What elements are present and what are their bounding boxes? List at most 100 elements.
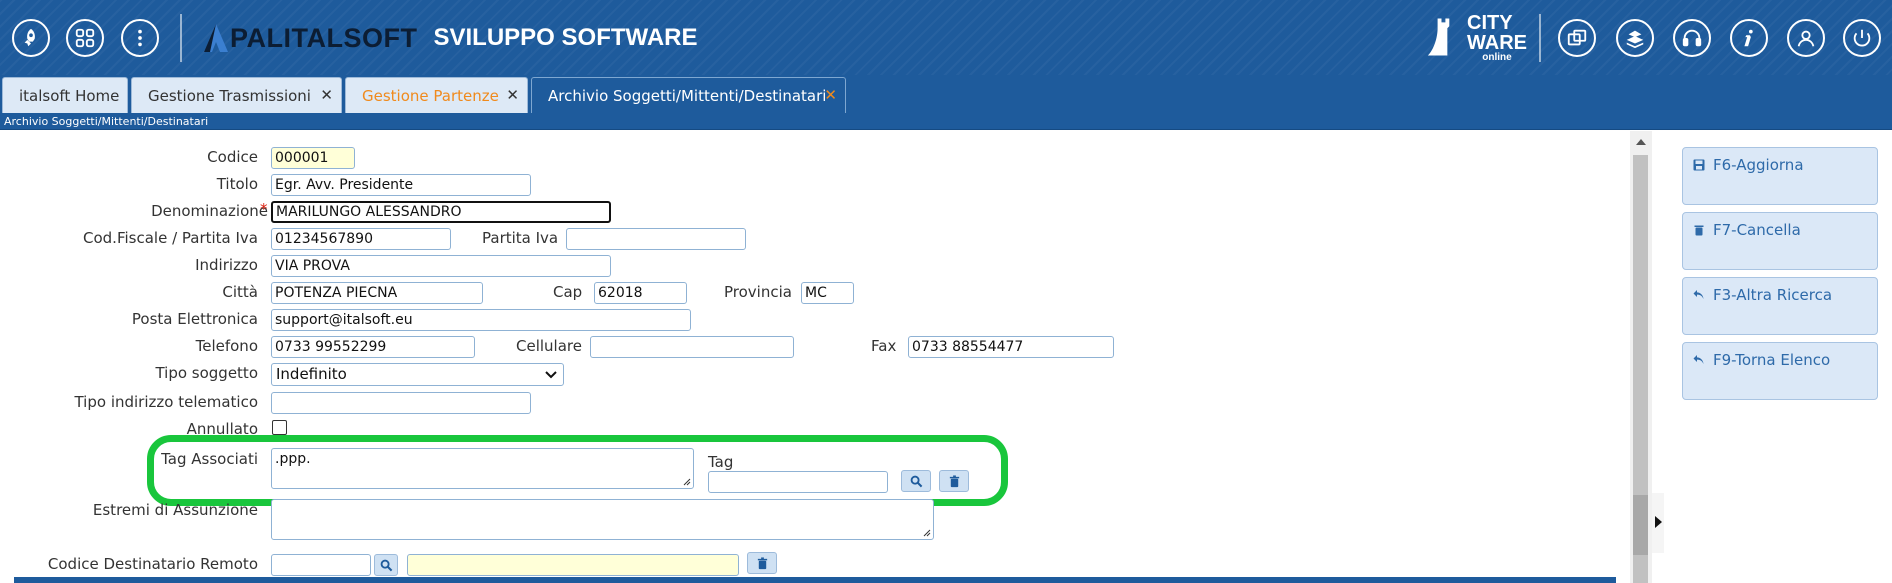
brand: PALITALSOFT SVILUPPO SOFTWARE (202, 18, 698, 58)
brand-subtitle: SVILUPPO SOFTWARE (433, 24, 698, 51)
caret-right-icon (1655, 516, 1662, 528)
palitalsoft-logo-icon (204, 24, 228, 52)
windows-icon[interactable] (1558, 19, 1596, 57)
headset-icon[interactable] (1673, 19, 1711, 57)
partita-iva-label: Partita Iva (482, 229, 559, 247)
section-header-bar (14, 577, 1616, 583)
action-panel: F6-Aggiorna F7-Cancella F3-Altra Ricerca… (1664, 131, 1892, 583)
user-icon[interactable] (1787, 19, 1825, 57)
castle-icon (1427, 18, 1450, 56)
cityware-logo: CITY WARE online (1422, 13, 1527, 63)
undo-icon (1693, 355, 1704, 364)
indirizzo-input[interactable]: VIA PROVA (271, 255, 611, 277)
codice-destinatario-description (407, 554, 739, 576)
cityware-line2: WARE (1467, 32, 1527, 54)
annullato-checkbox[interactable] (272, 420, 287, 435)
codice-input[interactable]: 000001 (271, 147, 355, 169)
denominazione-label: Denominazione (151, 202, 268, 220)
titolo-label: Titolo (216, 175, 258, 193)
vertical-scrollbar[interactable] (1630, 131, 1652, 583)
provincia-input[interactable]: MC (801, 282, 854, 304)
tab-italsoft-home[interactable]: italsoft Home (2, 77, 128, 113)
denominazione-input[interactable]: MARILUNGO ALESSANDRO (271, 201, 611, 223)
tab-archivio-soggetti[interactable]: Archivio Soggetti/Mittenti/Destinatari ✕ (531, 77, 846, 113)
scrollbar-thumb[interactable] (1633, 495, 1648, 555)
tipo-indirizzo-input[interactable] (271, 392, 531, 414)
cellulare-input[interactable] (590, 336, 794, 358)
tipo-soggetto-label: Tipo soggetto (155, 364, 258, 382)
fax-label: Fax (871, 337, 897, 355)
fax-input[interactable]: 0733 88554477 (908, 336, 1114, 358)
trash-icon (1694, 225, 1704, 236)
breadcrumb: Archivio Soggetti/Mittenti/Destinatari (0, 113, 1892, 130)
cod-fiscale-input[interactable]: 01234567890 (271, 228, 451, 250)
codice-destinatario-search-button[interactable] (374, 554, 398, 576)
codice-destinatario-input[interactable] (271, 554, 371, 576)
tipo-soggetto-select[interactable]: Indefinito (271, 363, 564, 386)
tipo-indirizzo-label: Tipo indirizzo telematico (74, 393, 258, 411)
more-vertical-icon[interactable] (121, 19, 159, 57)
tab-label: Gestione Partenze (362, 86, 499, 105)
cityware-line1: CITY (1467, 12, 1513, 34)
tab-label: italsoft Home (19, 86, 120, 105)
altra-ricerca-button[interactable]: F3-Altra Ricerca (1682, 277, 1878, 335)
telefono-label: Telefono (195, 337, 258, 355)
app-header: PALITALSOFT SVILUPPO SOFTWARE CITY WARE … (0, 0, 1892, 75)
aggiorna-button[interactable]: F6-Aggiorna (1682, 147, 1878, 205)
codice-destinatario-label: Codice Destinatario Remoto (47, 555, 258, 573)
panel-toggle[interactable] (1652, 493, 1664, 553)
provincia-label: Provincia (724, 283, 792, 301)
brand-name: PALITALSOFT (230, 22, 418, 53)
power-icon[interactable] (1843, 19, 1881, 57)
cod-fiscale-label: Cod.Fiscale / Partita Iva (83, 229, 258, 247)
header-separator (180, 14, 182, 62)
tipo-soggetto-value: Indefinito (276, 365, 347, 383)
close-icon[interactable]: ✕ (824, 86, 837, 104)
highlight-annotation (147, 435, 1008, 506)
citta-input[interactable]: POTENZA PIECNA (271, 282, 483, 304)
brand-logo: PALITALSOFT (202, 23, 417, 54)
tab-gestione-trasmissioni[interactable]: Gestione Trasmissioni ✕ (131, 77, 342, 113)
books-icon[interactable] (1616, 19, 1654, 57)
torna-elenco-label: F9-Torna Elenco (1713, 351, 1831, 369)
close-icon[interactable]: ✕ (506, 86, 519, 104)
header-separator (1539, 14, 1541, 62)
search-icon (380, 559, 392, 571)
estremi-label: Estremi di Assunzione (92, 501, 258, 519)
cancella-button[interactable]: F7-Cancella (1682, 212, 1878, 270)
titolo-input[interactable]: Egr. Avv. Presidente (271, 174, 531, 196)
required-marker: * (260, 200, 268, 218)
citta-label: Città (222, 283, 258, 301)
posta-elettronica-label: Posta Elettronica (131, 310, 258, 328)
resize-grip-icon[interactable] (922, 528, 931, 537)
rocket-icon[interactable] (12, 19, 50, 57)
torna-elenco-button[interactable]: F9-Torna Elenco (1682, 342, 1878, 400)
indirizzo-label: Indirizzo (195, 256, 258, 274)
codice-label: Codice (207, 148, 258, 166)
grid-icon[interactable] (66, 19, 104, 57)
tab-gestione-partenze[interactable]: Gestione Partenze ✕ (345, 77, 528, 113)
cap-label: Cap (553, 283, 583, 301)
tab-label: Gestione Trasmissioni (148, 86, 311, 105)
partita-iva-input[interactable] (566, 228, 746, 250)
estremi-textarea[interactable] (271, 499, 934, 540)
undo-icon (1693, 290, 1704, 299)
chevron-down-icon (545, 371, 557, 379)
cellulare-label: Cellulare (516, 337, 582, 355)
cap-input[interactable]: 62018 (594, 282, 687, 304)
tab-bar: italsoft Home Gestione Trasmissioni ✕ Ge… (0, 75, 1892, 113)
tab-label: Archivio Soggetti/Mittenti/Destinatari (548, 86, 827, 105)
app-window: PALITALSOFT SVILUPPO SOFTWARE CITY WARE … (0, 0, 1892, 583)
close-icon[interactable]: ✕ (320, 86, 333, 104)
codice-destinatario-delete-button[interactable] (747, 552, 777, 574)
scroll-up-arrow-icon[interactable] (1636, 139, 1646, 145)
trash-icon (757, 556, 767, 569)
save-icon (1693, 159, 1705, 171)
posta-elettronica-input[interactable]: support@italsoft.eu (271, 309, 691, 331)
info-icon[interactable] (1730, 19, 1768, 57)
cityware-line3: online (1482, 52, 1512, 63)
altra-ricerca-label: F3-Altra Ricerca (1713, 286, 1833, 304)
telefono-input[interactable]: 0733 99552299 (271, 336, 475, 358)
cancella-label: F7-Cancella (1713, 221, 1801, 239)
aggiorna-label: F6-Aggiorna (1713, 156, 1804, 174)
